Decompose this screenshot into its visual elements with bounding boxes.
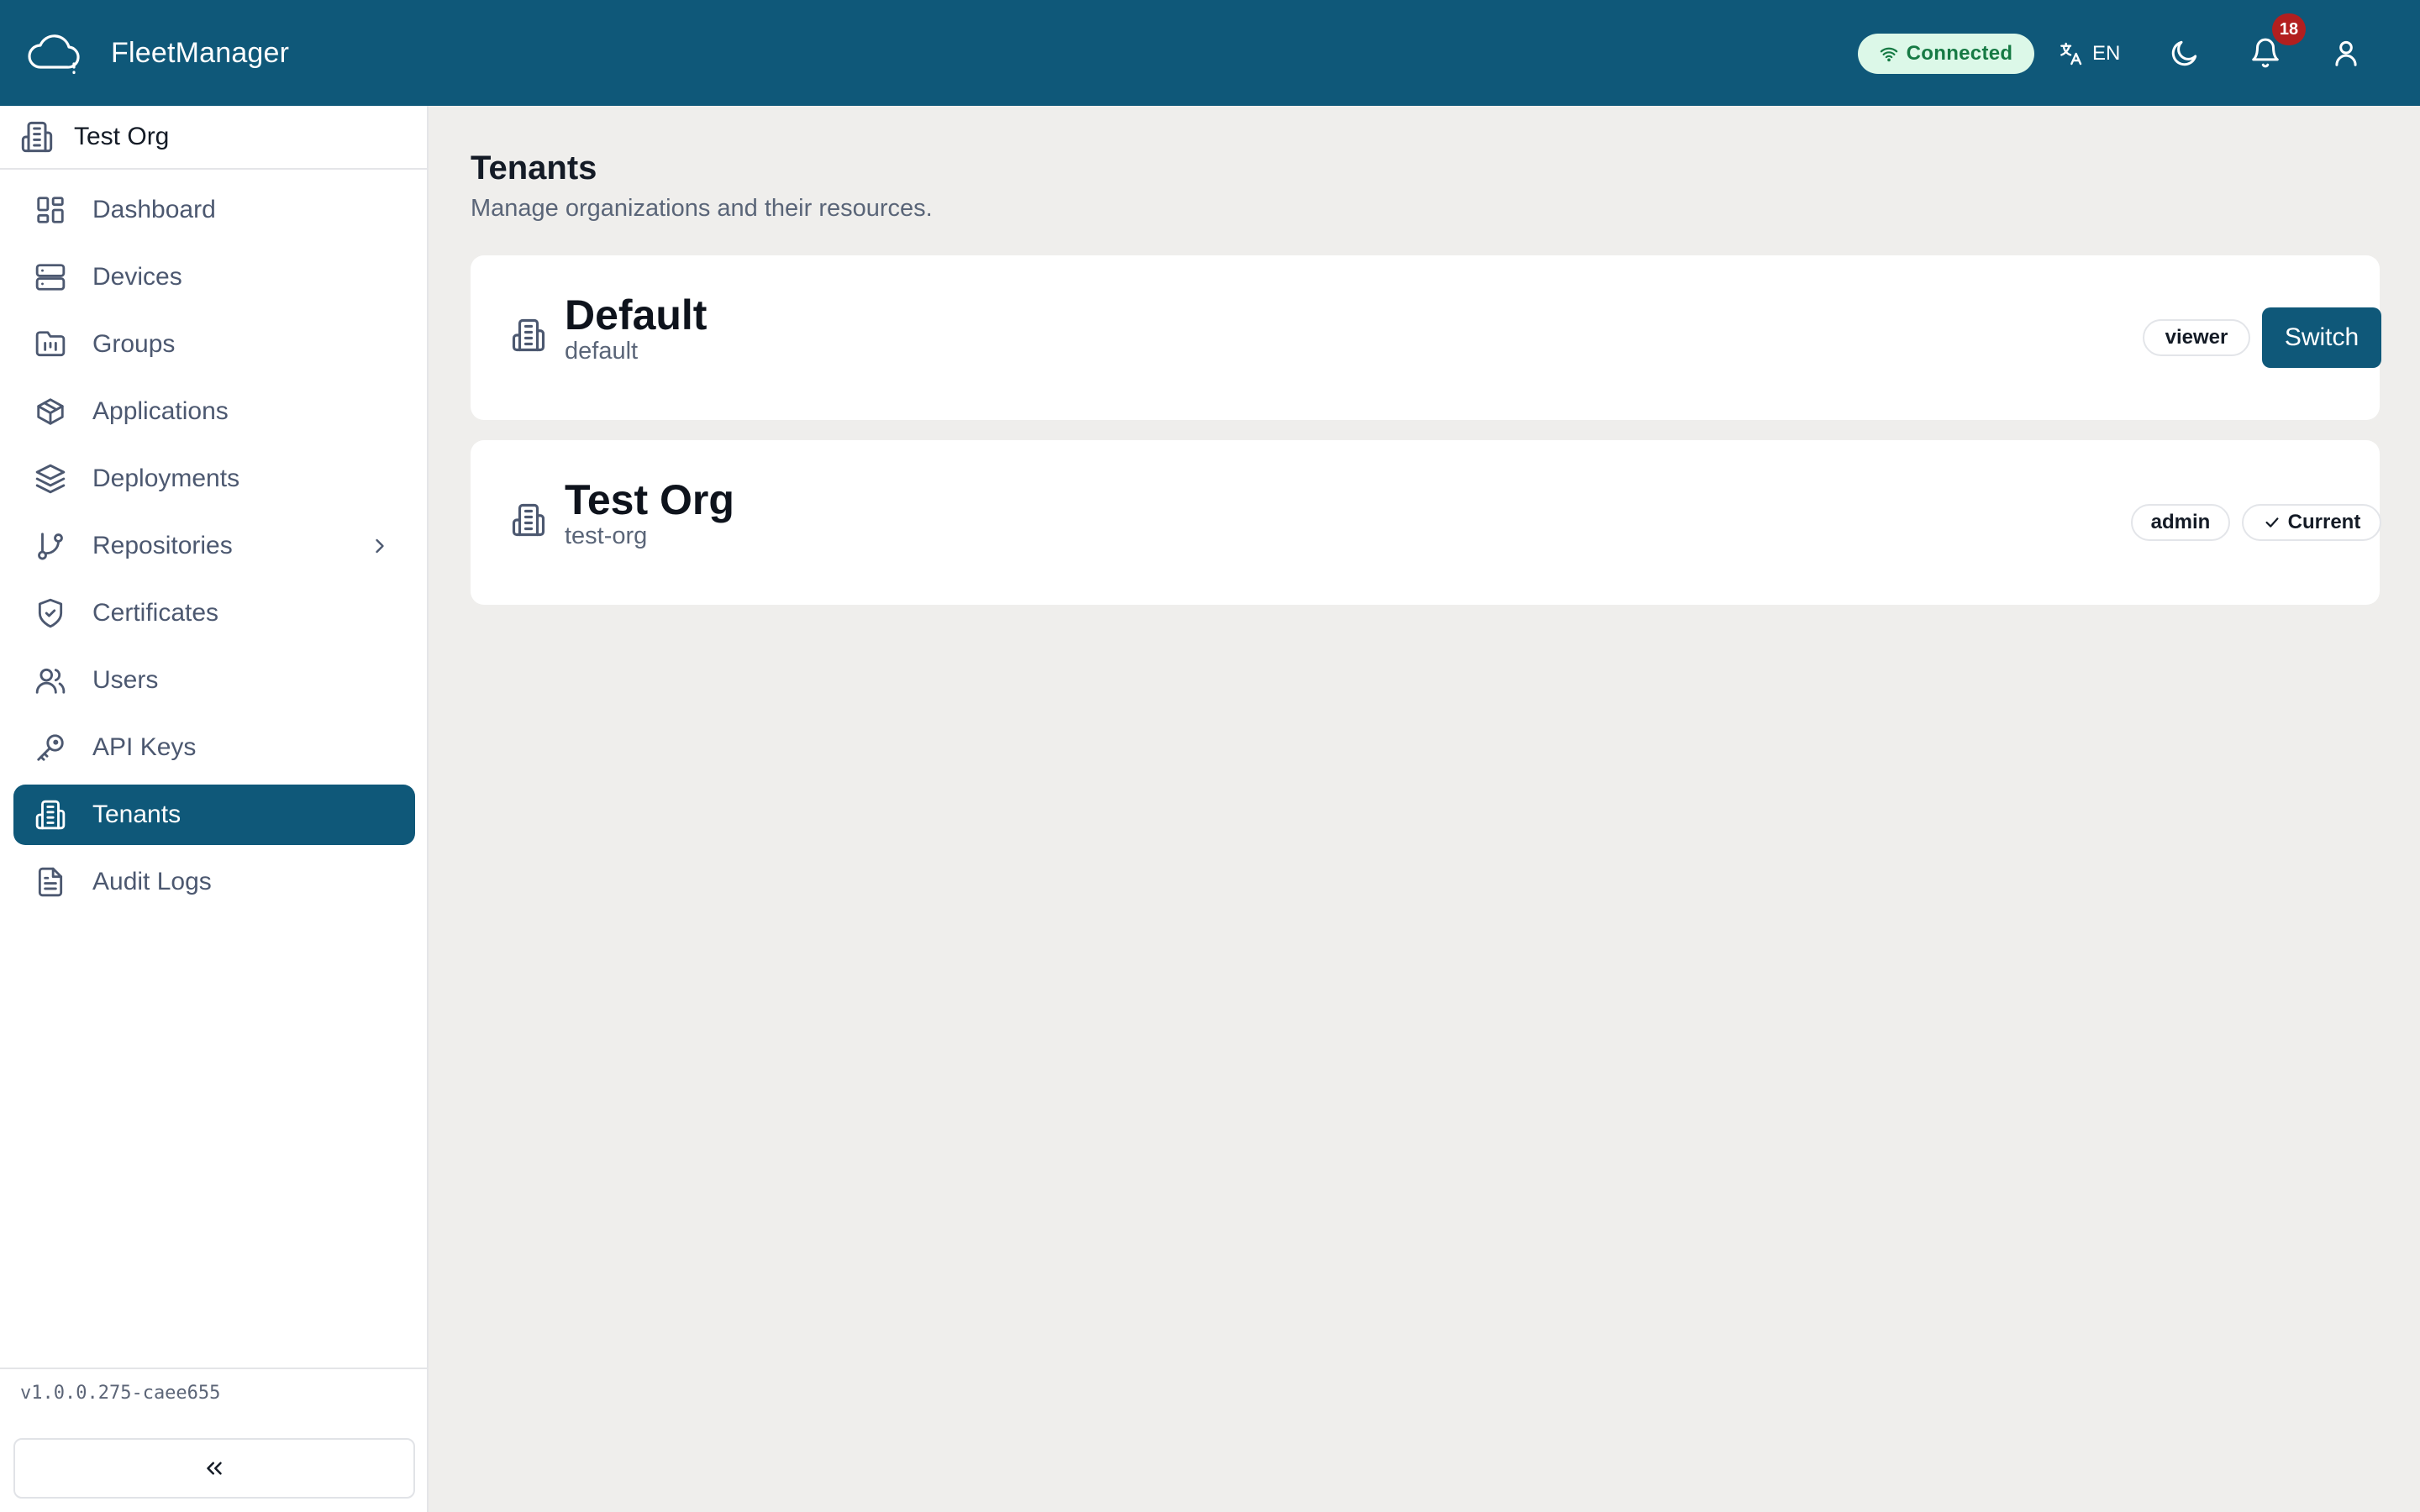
switch-tenant-button[interactable]: Switch xyxy=(2262,307,2381,368)
package-icon xyxy=(34,395,67,428)
tenant-name: Default xyxy=(565,291,708,339)
sidebar-item-tenants[interactable]: Tenants xyxy=(13,785,415,845)
main-content: Tenants Manage organizations and their r… xyxy=(429,106,2420,1512)
user-menu-button[interactable] xyxy=(2328,34,2365,71)
org-selector[interactable]: Test Org xyxy=(0,106,427,170)
tenant-card: Test Org test-org admin Current xyxy=(471,440,2381,605)
connection-status-label: Connected xyxy=(1906,42,2013,65)
sidebar-nav: Dashboard Devices Groups Applications De… xyxy=(13,180,415,919)
sidebar-item-label: Groups xyxy=(92,330,176,358)
current-tenant-badge: Current xyxy=(2242,504,2381,541)
app-version: v1.0.0.275-caee655 xyxy=(20,1383,221,1404)
tenant-card: Default default viewer Switch xyxy=(471,255,2381,420)
notification-count-badge: 18 xyxy=(2272,13,2306,45)
sidebar-item-label: Deployments xyxy=(92,465,240,492)
sidebar-item-label: Repositories xyxy=(92,532,233,559)
key-icon xyxy=(34,731,67,764)
server-icon xyxy=(34,260,67,294)
language-code: EN xyxy=(2092,42,2121,65)
role-badge: admin xyxy=(2131,504,2230,541)
building-icon xyxy=(511,502,546,538)
sidebar-item-applications[interactable]: Applications xyxy=(13,381,415,442)
sidebar-item-users[interactable]: Users xyxy=(13,650,415,711)
role-label: viewer xyxy=(2165,326,2228,349)
moon-icon xyxy=(2169,37,2201,69)
user-icon xyxy=(2330,37,2362,69)
git-branch-icon xyxy=(34,529,67,563)
brand[interactable]: FleetManager xyxy=(0,0,289,106)
sidebar-item-label: Audit Logs xyxy=(92,868,212,895)
tenant-slug: default xyxy=(565,338,639,365)
sidebar-footer-divider xyxy=(0,1368,427,1369)
collapse-sidebar-button[interactable] xyxy=(13,1438,415,1499)
sidebar-item-deployments[interactable]: Deployments xyxy=(13,449,415,509)
check-icon xyxy=(2263,513,2281,532)
layers-icon xyxy=(34,462,67,496)
top-header: FleetManager Connected EN 18 xyxy=(0,0,2420,106)
sidebar-item-audit-logs[interactable]: Audit Logs xyxy=(13,852,415,912)
role-label: admin xyxy=(2150,511,2211,533)
tenant-slug: test-org xyxy=(565,522,648,549)
language-switcher[interactable]: EN xyxy=(2057,34,2133,74)
sidebar-item-devices[interactable]: Devices xyxy=(13,247,415,307)
building-icon xyxy=(34,798,67,832)
theme-toggle-button[interactable] xyxy=(2166,34,2203,71)
sidebar-item-label: API Keys xyxy=(92,733,197,761)
dashboard-icon xyxy=(34,193,67,227)
page-title: Tenants xyxy=(471,150,597,186)
current-label: Current xyxy=(2287,511,2361,533)
sidebar-item-certificates[interactable]: Certificates xyxy=(13,583,415,643)
building-icon xyxy=(511,318,546,353)
sidebar-item-label: Tenants xyxy=(92,801,182,828)
file-text-icon xyxy=(34,865,67,899)
translate-icon xyxy=(2057,40,2084,67)
app-root: FleetManager Connected EN 18 Test Org Da… xyxy=(0,0,2420,1512)
sidebar: Test Org Dashboard Devices Groups Applic… xyxy=(0,106,429,1512)
sidebar-item-repositories[interactable]: Repositories xyxy=(13,516,415,576)
chevron-right-icon[interactable] xyxy=(368,534,392,558)
shield-check-icon xyxy=(34,596,67,630)
sidebar-item-label: Certificates xyxy=(92,599,219,627)
sidebar-item-label: Users xyxy=(92,666,159,694)
tenant-name: Test Org xyxy=(565,476,734,523)
sidebar-item-dashboard[interactable]: Dashboard xyxy=(13,180,415,240)
org-name: Test Org xyxy=(74,123,170,150)
sidebar-item-api-keys[interactable]: API Keys xyxy=(13,717,415,778)
sidebar-item-groups[interactable]: Groups xyxy=(13,314,415,375)
connection-status-badge: Connected xyxy=(1858,34,2034,74)
role-badge: viewer xyxy=(2143,319,2250,356)
building-icon xyxy=(20,120,54,154)
folder-icon xyxy=(34,328,67,361)
cloud-logo-icon xyxy=(25,30,82,76)
wifi-icon xyxy=(1880,45,1898,63)
bell-icon xyxy=(2249,37,2281,69)
sidebar-item-label: Applications xyxy=(92,397,229,425)
page-subtitle: Manage organizations and their resources… xyxy=(471,195,933,222)
sidebar-item-label: Devices xyxy=(92,263,182,291)
chevrons-left-icon xyxy=(202,1456,227,1481)
users-icon xyxy=(34,664,67,697)
app-name: FleetManager xyxy=(111,36,290,69)
sidebar-item-label: Dashboard xyxy=(92,196,216,223)
